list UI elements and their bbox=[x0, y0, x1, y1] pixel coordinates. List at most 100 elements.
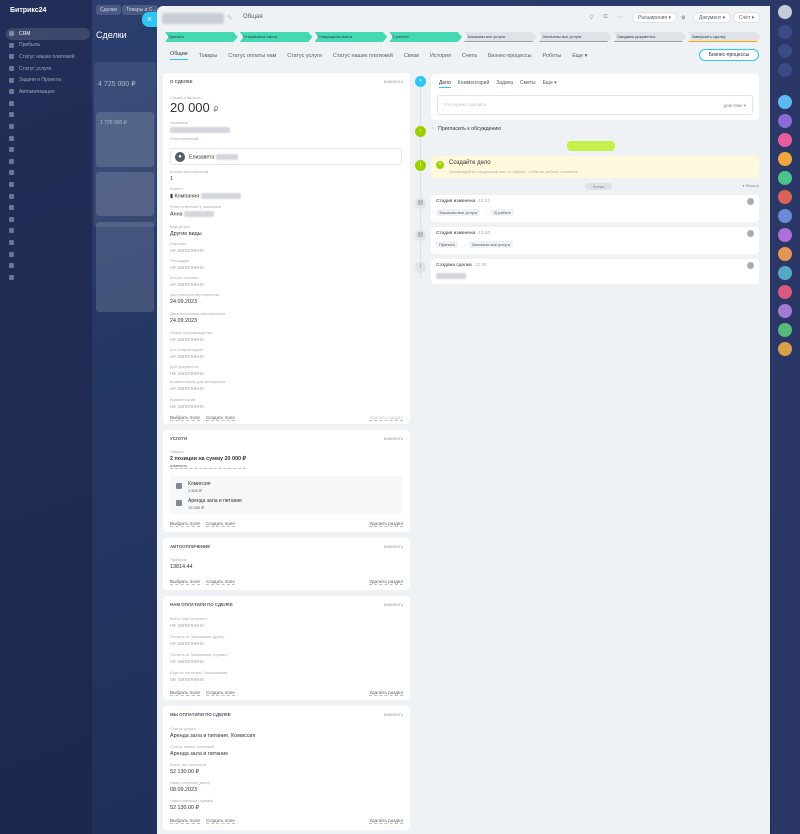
portal-menu-item[interactable]: Статус услуги bbox=[6, 63, 90, 75]
select-field-link[interactable]: Выбрать поле bbox=[170, 818, 200, 824]
stage-item[interactable]: Завершить сделку bbox=[688, 32, 761, 42]
tab-service-status[interactable]: Статус услуги bbox=[287, 53, 322, 59]
field-our-payments-status[interactable]: Статус наших платежей Аренда зала и питан… bbox=[170, 744, 228, 757]
stage-item[interactable]: Принята bbox=[165, 32, 238, 42]
deal-title[interactable] bbox=[162, 13, 224, 24]
stage-item[interactable]: В работе bbox=[389, 32, 462, 42]
create-field-link[interactable]: Создать поле bbox=[205, 521, 235, 527]
portal-menu-item[interactable] bbox=[6, 237, 90, 249]
field-client-pay-dates[interactable]: Оплаты от Заказчиков (даты) не заполнено bbox=[170, 634, 224, 647]
section-edit-link[interactable]: изменить bbox=[384, 712, 403, 717]
contact-avatar[interactable] bbox=[778, 266, 792, 280]
create-field-link[interactable]: Создать поле bbox=[205, 415, 235, 421]
contact-avatar[interactable] bbox=[778, 247, 792, 261]
select-field-link[interactable]: Выбрать поле bbox=[170, 690, 200, 696]
select-field-link[interactable]: Выбрать поле bbox=[170, 415, 200, 421]
editor-tab-comment[interactable]: Комментарий bbox=[458, 80, 490, 88]
contact-avatar[interactable] bbox=[778, 190, 792, 204]
field-venue[interactable]: Площадка не заполнено bbox=[170, 258, 204, 271]
portal-menu-item[interactable] bbox=[6, 121, 90, 133]
product-item[interactable]: Комиссия 2 500 ₽ bbox=[176, 481, 210, 493]
tab-our-payments[interactable]: Статус наших платежей bbox=[333, 53, 393, 59]
invite-to-discussion[interactable]: ◔ Пригласить к обсуждению bbox=[431, 126, 501, 132]
tab-history[interactable]: История bbox=[430, 53, 451, 59]
section-edit-link[interactable]: изменить bbox=[384, 436, 403, 441]
timeline-event[interactable]: Стадия изменена 13:41 Заказаны все услуги… bbox=[431, 195, 759, 222]
portal-menu-item[interactable] bbox=[6, 144, 90, 156]
extensions-button[interactable]: Расширения ▾ bbox=[632, 12, 677, 23]
delete-section-link[interactable]: Удалить раздел bbox=[369, 690, 403, 696]
activity-input[interactable]: Что нужно сделать действие ▾ bbox=[437, 95, 753, 115]
create-activity-banner[interactable]: + Создайте дело Запланируйте следующий ш… bbox=[431, 156, 759, 178]
tab-business-processes[interactable]: Бизнес-процессы bbox=[488, 53, 532, 59]
help-icon[interactable] bbox=[778, 44, 792, 58]
tab-links[interactable]: Связи bbox=[404, 53, 419, 59]
search-icon[interactable] bbox=[778, 63, 792, 77]
timeline-event[interactable]: Создана сделка 12:36 bbox=[431, 259, 759, 284]
portal-menu-item[interactable] bbox=[6, 132, 90, 144]
field-total-paid[interactable]: Всего нам оплачено не заполнено bbox=[170, 616, 208, 629]
tab-products[interactable]: Товары bbox=[199, 53, 218, 59]
editor-tab-estimates[interactable]: Сметы bbox=[520, 80, 536, 88]
portal-menu-item[interactable] bbox=[6, 260, 90, 272]
action-dropdown[interactable]: действие ▾ bbox=[724, 103, 746, 109]
field-client[interactable]: Клиент ▮ Компания bbox=[170, 186, 241, 199]
contact-avatar[interactable] bbox=[778, 228, 792, 242]
portal-menu-item[interactable] bbox=[6, 179, 90, 191]
field-goods[interactable]: Товары 2 позиции на сумму 20 000 ₽ измен… bbox=[170, 449, 246, 469]
field-name[interactable]: Название bbox=[170, 120, 230, 133]
stage-item[interactable]: Утверждена смета bbox=[314, 32, 388, 42]
contact-avatar[interactable] bbox=[778, 133, 792, 147]
timeline-event[interactable]: Стадия изменена 13:40 Принята → Заказаны … bbox=[431, 227, 759, 254]
product-item[interactable]: Аренда зала и питание 15 000 ₽ bbox=[176, 498, 242, 510]
copy-icon[interactable]: ⧉ bbox=[603, 14, 607, 21]
tab-invoices[interactable]: Счета bbox=[462, 53, 477, 59]
gear-icon[interactable]: ⚙ bbox=[679, 12, 687, 23]
kanban-card[interactable]: 1 725 000 ₽ bbox=[96, 112, 154, 167]
tab-more[interactable]: Еще ▾ bbox=[572, 53, 587, 59]
field-contact[interactable]: Ответственный у заказчика Анна bbox=[170, 204, 221, 217]
portal-menu-item[interactable] bbox=[6, 156, 90, 168]
more-icon[interactable]: ⋯ bbox=[618, 14, 624, 21]
responsible-field[interactable]: ● Елизавета bbox=[170, 148, 402, 165]
portal-menu-item[interactable] bbox=[6, 190, 90, 202]
stage-item[interactable]: Ожидаем документы bbox=[613, 32, 687, 42]
portal-menu-item[interactable]: Прибыль bbox=[6, 40, 90, 52]
change-products-link[interactable]: изменить bbox=[170, 463, 246, 469]
field-events-count[interactable]: Кол-во мероприятий 1 bbox=[170, 169, 208, 182]
field-date-start[interactable]: Дата начала мероприятия 24.09.2023 bbox=[170, 292, 219, 305]
field-manager-comment[interactable]: Комментарий для менеджера не заполнено bbox=[170, 379, 225, 392]
stage-item[interactable]: Оплачены все услуги bbox=[538, 32, 612, 42]
business-process-button[interactable]: Бизнес-процессы bbox=[699, 49, 759, 61]
field-people[interactable]: Кол-во человек не заполнено bbox=[170, 275, 204, 288]
contact-avatar[interactable] bbox=[778, 114, 792, 128]
create-field-link[interactable]: Создать поле bbox=[205, 579, 235, 585]
delete-section-link[interactable]: Удалить раздел bbox=[369, 818, 403, 824]
field-sum[interactable]: Сумма и валюта 20 000 ₽ bbox=[170, 95, 218, 115]
create-field-link[interactable]: Создать поле bbox=[205, 690, 235, 696]
field-service-status[interactable]: Статус услуги Аренда зала и питание, Коми… bbox=[170, 726, 255, 739]
section-edit-link[interactable]: изменить bbox=[384, 602, 403, 607]
portal-menu-item[interactable] bbox=[6, 271, 90, 283]
tab-payment-status[interactable]: Статус оплаты нам bbox=[228, 53, 276, 59]
create-field-link[interactable]: Создать поле bbox=[205, 818, 235, 824]
field-docs[interactable]: Доп документы не заполнено bbox=[170, 364, 204, 377]
editor-tab-task[interactable]: Дело bbox=[439, 80, 451, 88]
contact-avatar[interactable] bbox=[778, 152, 792, 166]
contact-avatar[interactable] bbox=[778, 304, 792, 318]
delete-section-link[interactable]: Удалить раздел bbox=[369, 415, 403, 421]
kanban-card[interactable] bbox=[96, 172, 154, 216]
editor-tab-more[interactable]: Еще ▾ bbox=[543, 80, 557, 88]
chat-icon[interactable] bbox=[778, 25, 792, 39]
portal-menu-item[interactable]: Автоматизация bbox=[6, 86, 90, 98]
user-avatar[interactable] bbox=[778, 5, 792, 19]
field-escort-who[interactable]: Кто сопровождает не заполнено bbox=[170, 347, 204, 360]
portal-menu-item[interactable]: CRM bbox=[6, 28, 90, 40]
section-edit-link[interactable]: изменить bbox=[384, 79, 403, 84]
delete-section-link[interactable]: Удалить раздел bbox=[369, 579, 403, 585]
contact-avatar[interactable] bbox=[778, 171, 792, 185]
editor-tab-todo[interactable]: Задача bbox=[496, 80, 513, 88]
kanban-card[interactable] bbox=[96, 222, 154, 312]
field-date-end[interactable]: Дата окончания мероприятия 24.09.2023 bbox=[170, 311, 225, 324]
stage-item[interactable]: Отправлена смета bbox=[239, 32, 313, 42]
